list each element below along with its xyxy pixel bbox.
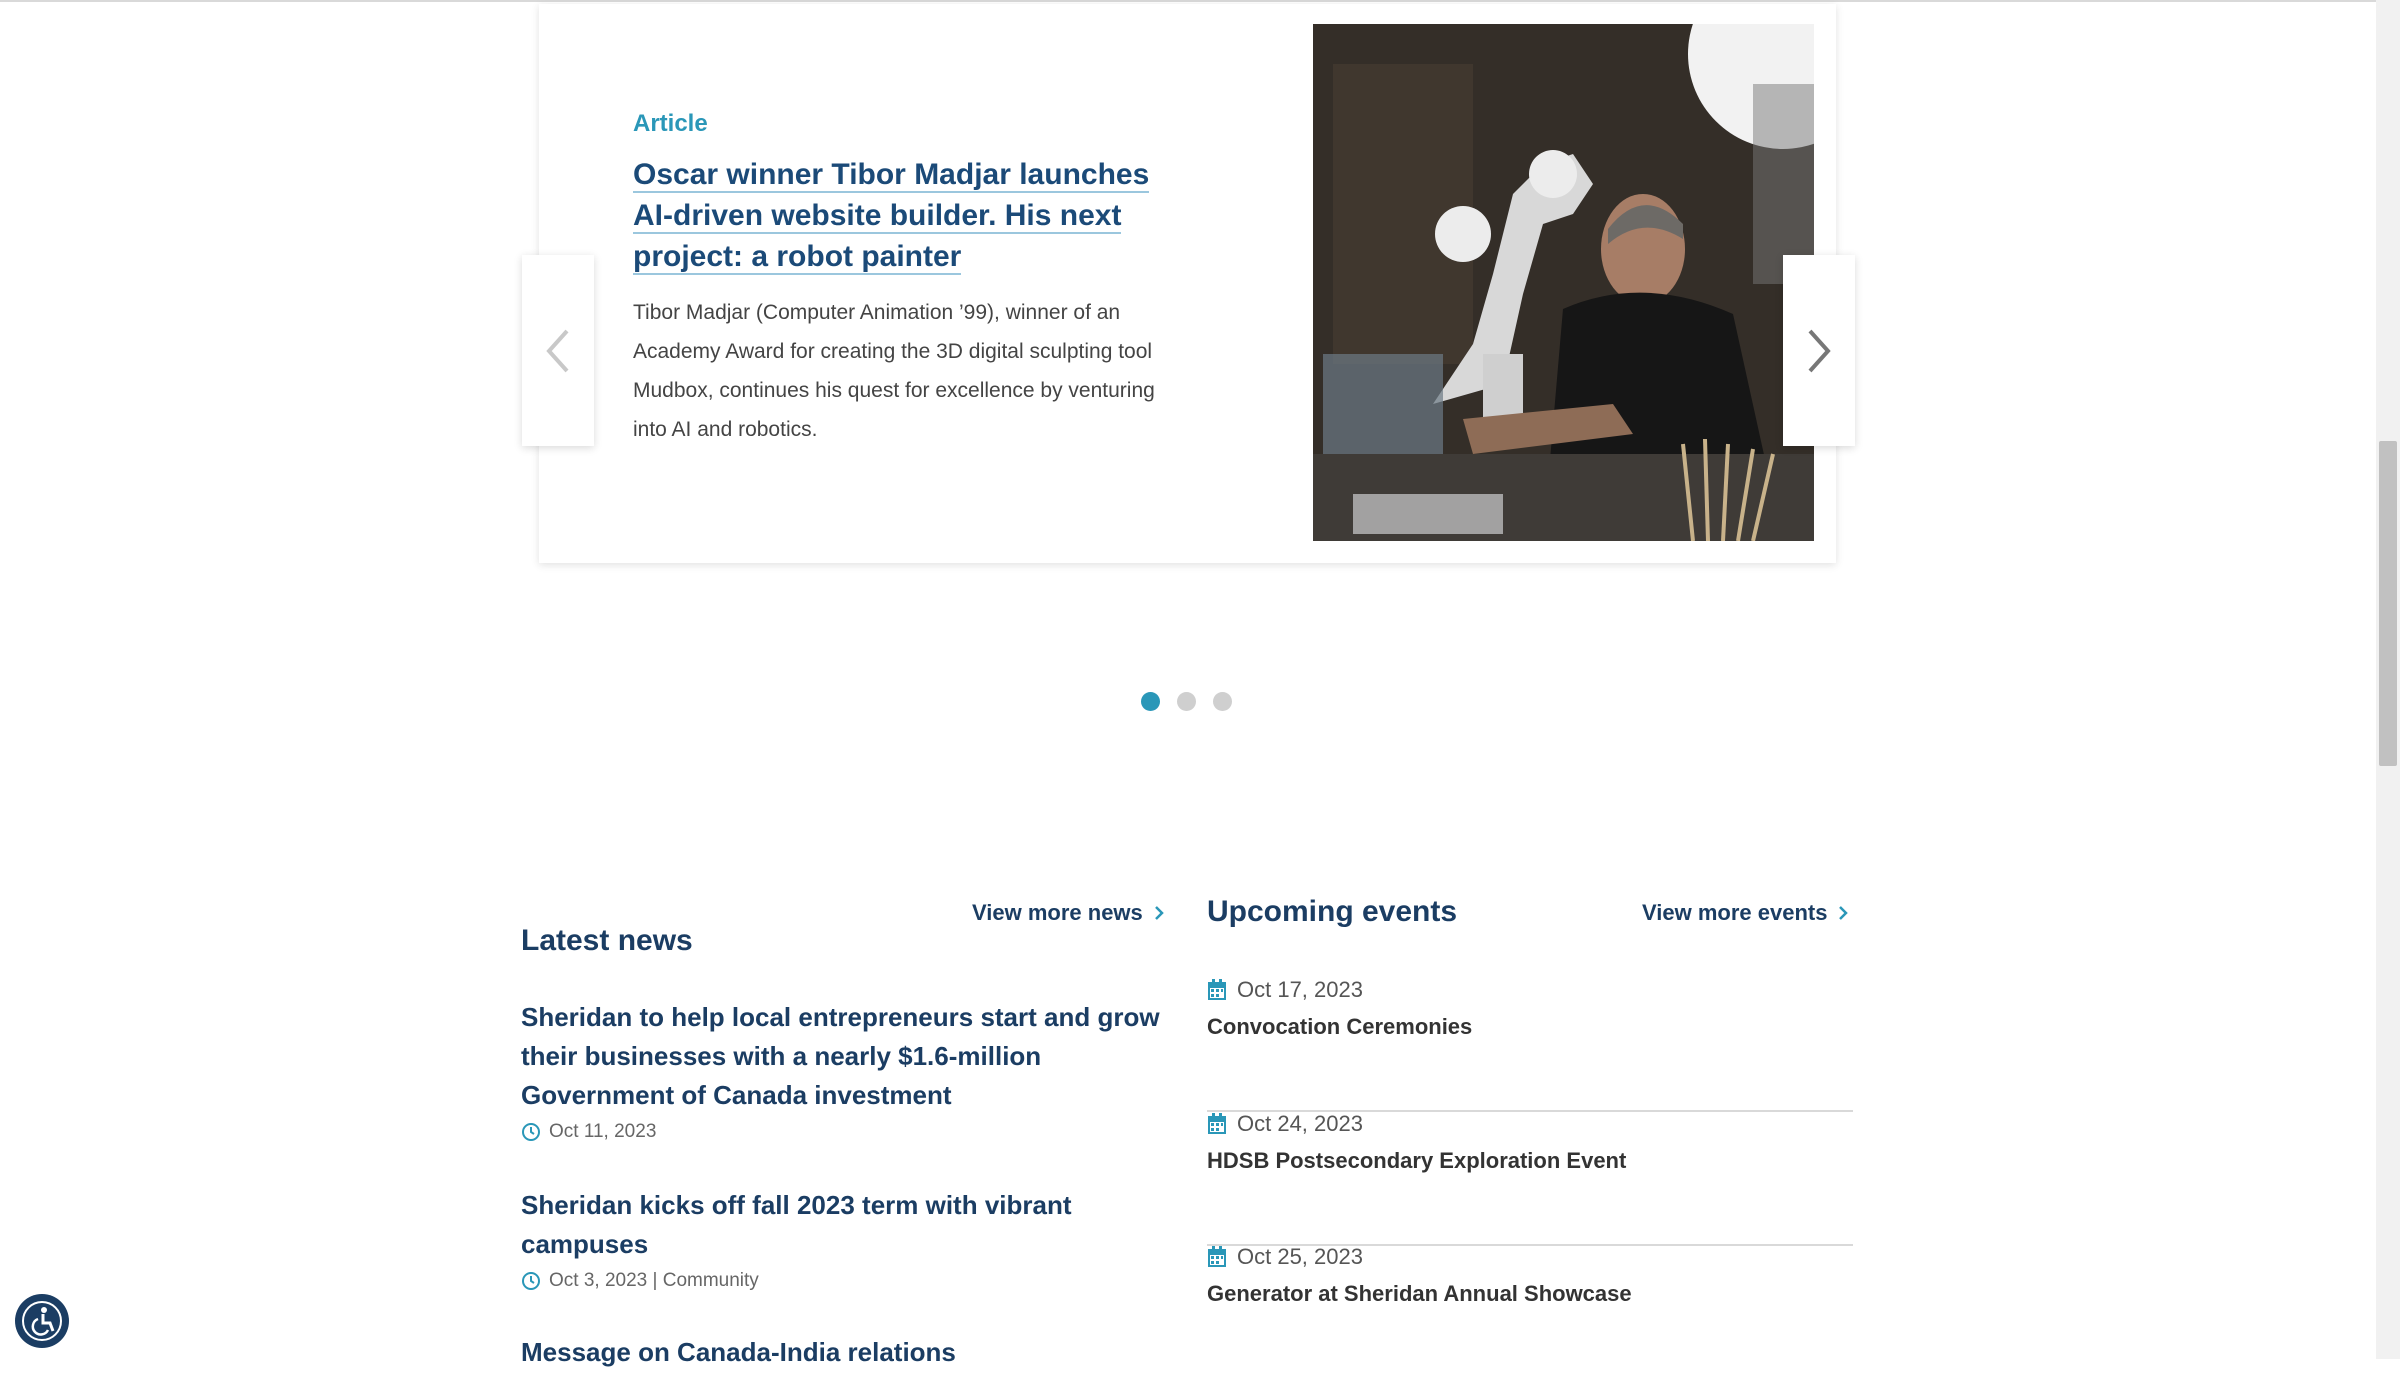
event-date-text: Oct 25, 2023 <box>1237 1244 1363 1269</box>
carousel-pagination <box>1141 692 1232 711</box>
clock-icon <box>522 1123 540 1141</box>
news-meta: Oct 11, 2023 <box>521 1121 1171 1143</box>
news-date: Oct 11, 2023 <box>549 1121 657 1142</box>
view-more-news-link[interactable]: View more news <box>972 900 1165 926</box>
carousel-dot-3[interactable] <box>1213 692 1232 711</box>
carousel-dot-1[interactable] <box>1141 692 1160 711</box>
page-scrollbar[interactable] <box>2376 0 2400 1359</box>
event-title-link[interactable]: Generator at Sheridan Annual Showcase <box>1207 1281 1632 1307</box>
event-title-link[interactable]: Convocation Ceremonies <box>1207 1014 1472 1040</box>
news-item: Sheridan to help local entrepreneurs sta… <box>521 998 1171 1143</box>
news-meta: Oct 3, 2023 | Community <box>521 1270 1171 1292</box>
chevron-right-icon <box>1839 906 1849 920</box>
event-date: Oct 24, 2023 <box>1207 1111 1363 1137</box>
carousel-next-button[interactable] <box>1783 255 1855 446</box>
scrollbar-thumb[interactable] <box>2379 441 2397 766</box>
calendar-icon <box>1208 1113 1226 1134</box>
news-title-link[interactable]: Sheridan to help local entrepreneurs sta… <box>521 998 1171 1115</box>
accessibility-icon <box>22 1301 62 1341</box>
chevron-right-icon <box>1154 906 1164 920</box>
event-date-text: Oct 17, 2023 <box>1237 977 1363 1002</box>
chevron-left-icon <box>546 329 569 372</box>
event-date: Oct 17, 2023 <box>1207 977 1363 1003</box>
view-more-events-label[interactable]: View more events <box>1642 900 1827 926</box>
clock-icon <box>522 1272 540 1290</box>
accessibility-button[interactable] <box>15 1294 69 1348</box>
top-border <box>0 0 2376 2</box>
event-item: Oct 24, 2023 HDSB Postsecondary Explorat… <box>1207 1111 1853 1246</box>
news-item: Message on Canada-India relations <box>521 1333 1171 1372</box>
calendar-icon <box>1208 979 1226 1000</box>
event-item: Oct 25, 2023 Generator at Sheridan Annua… <box>1207 1244 1853 1377</box>
view-more-news-label[interactable]: View more news <box>972 900 1143 926</box>
upcoming-events-heading: Upcoming events <box>1207 895 1458 928</box>
slide-title-link[interactable]: Oscar winner Tibor Madjar launches AI-dr… <box>633 154 1193 277</box>
news-item: Sheridan kicks off fall 2023 term with v… <box>521 1186 1171 1292</box>
slide-photo <box>1313 24 1814 541</box>
slide-type-label: Article <box>633 110 708 137</box>
news-date: Oct 3, 2023 | Community <box>549 1270 759 1291</box>
event-title-link[interactable]: HDSB Postsecondary Exploration Event <box>1207 1148 1626 1174</box>
view-more-events-link[interactable]: View more events <box>1642 900 1849 926</box>
carousel-dot-2[interactable] <box>1177 692 1196 711</box>
event-date: Oct 25, 2023 <box>1207 1244 1363 1270</box>
news-title-link[interactable]: Sheridan kicks off fall 2023 term with v… <box>521 1186 1171 1264</box>
latest-news-heading: Latest news <box>521 924 693 957</box>
calendar-icon <box>1208 1246 1226 1267</box>
carousel-prev-button[interactable] <box>522 255 594 446</box>
slide-description: Tibor Madjar (Computer Animation ’99), w… <box>633 301 1155 441</box>
slide-title-text[interactable]: Oscar winner Tibor Madjar launches AI-dr… <box>633 158 1150 275</box>
event-item: Oct 17, 2023 Convocation Ceremonies <box>1207 977 1853 1112</box>
robot-painter-photo <box>1313 24 1814 541</box>
chevron-right-icon <box>1808 329 1831 372</box>
event-date-text: Oct 24, 2023 <box>1237 1111 1363 1136</box>
news-title-link[interactable]: Message on Canada-India relations <box>521 1333 1171 1372</box>
